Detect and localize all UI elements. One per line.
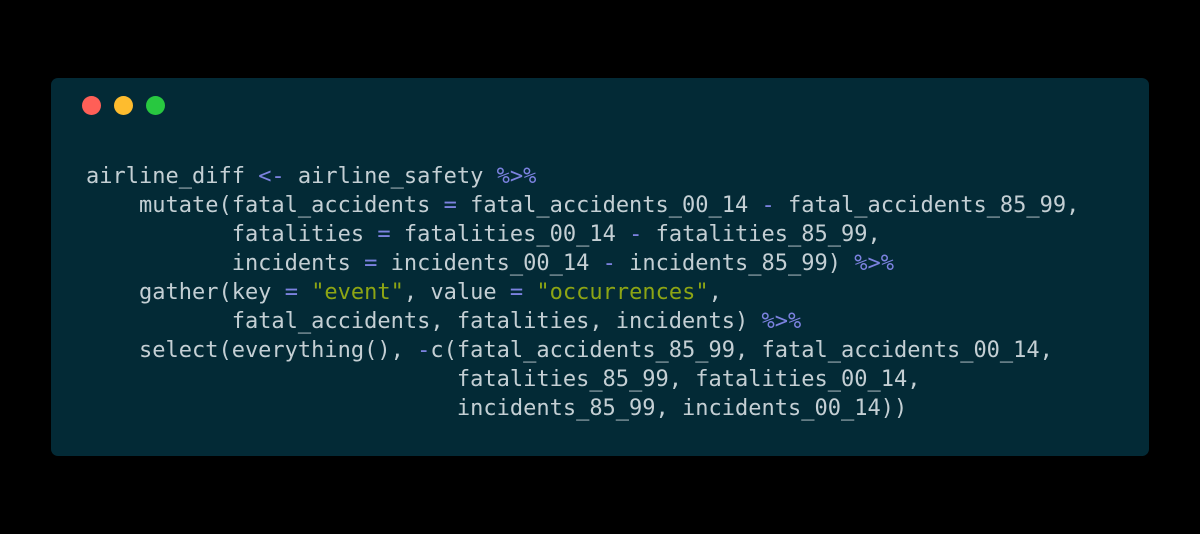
code-text: fatalities: [86, 222, 378, 247]
code-text: gather(key: [86, 280, 285, 305]
code-text: incidents_85_99, incidents_00_14)): [86, 396, 908, 421]
code-text: mutate(fatal_accidents: [86, 193, 444, 218]
close-dot-icon[interactable]: [82, 96, 101, 115]
code-text: incidents: [86, 251, 365, 276]
code-operator: <-: [258, 164, 285, 189]
code-operator: =: [377, 222, 391, 247]
code-text: fatalities_85_99,: [642, 222, 881, 247]
minimize-dot-icon[interactable]: [114, 96, 133, 115]
code-text: fatal_accidents_85_99,: [774, 193, 1080, 218]
code-line: fatal_accidents, fatalities, incidents) …: [86, 307, 1079, 336]
code-operator: %>%: [496, 164, 537, 189]
window-controls: [82, 96, 165, 115]
code-text: fatalities_00_14: [390, 222, 630, 247]
code-text: fatal_accidents, fatalities, incidents): [86, 309, 762, 334]
code-block: airline_diff <- airline_safety %>% mutat…: [86, 162, 1079, 423]
code-text: ,: [708, 280, 722, 305]
code-line: fatalities_85_99, fatalities_00_14,: [86, 365, 1079, 394]
code-text: c(fatal_accidents_85_99, fatal_accidents…: [430, 338, 1053, 363]
code-line: fatalities = fatalities_00_14 - fataliti…: [86, 220, 1079, 249]
code-operator: %>%: [761, 309, 802, 334]
code-line: incidents = incidents_00_14 - incidents_…: [86, 249, 1079, 278]
code-text: select(everything(),: [86, 338, 418, 363]
code-window: airline_diff <- airline_safety %>% mutat…: [51, 78, 1149, 456]
code-line: select(everything(), -c(fatal_accidents_…: [86, 336, 1079, 365]
code-line: airline_diff <- airline_safety %>%: [86, 162, 1079, 191]
code-text: airline_diff: [86, 164, 259, 189]
code-line: gather(key = "event", value = "occurrenc…: [86, 278, 1079, 307]
code-operator: -: [629, 222, 643, 247]
code-text: airline_safety: [284, 164, 497, 189]
maximize-dot-icon[interactable]: [146, 96, 165, 115]
code-string: "occurrences": [536, 280, 709, 305]
code-operator: -: [417, 338, 431, 363]
code-operator: =: [509, 280, 524, 305]
code-operator: %>%: [854, 251, 894, 276]
code-line: mutate(fatal_accidents = fatal_accidents…: [86, 191, 1079, 220]
code-text: incidents_85_99): [615, 251, 855, 276]
code-operator: =: [443, 193, 457, 218]
code-operator: =: [284, 280, 298, 305]
code-text: fatalities_85_99, fatalities_00_14,: [86, 367, 921, 392]
code-string: "event": [311, 280, 404, 305]
code-text: incidents_00_14: [377, 251, 603, 276]
code-operator: -: [602, 251, 616, 276]
code-operator: -: [761, 193, 775, 218]
code-text: fatal_accidents_00_14: [456, 193, 762, 218]
code-operator: =: [364, 251, 378, 276]
code-text: , value: [403, 280, 510, 305]
code-line: incidents_85_99, incidents_00_14)): [86, 394, 1079, 423]
